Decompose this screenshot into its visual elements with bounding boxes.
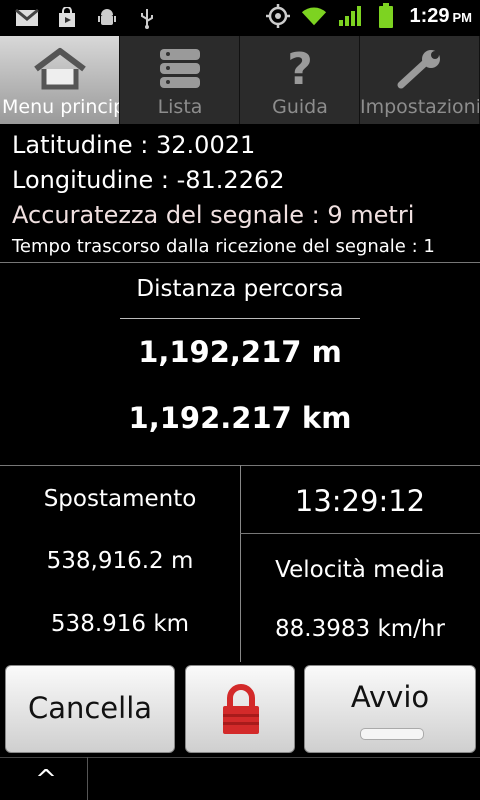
usb-icon — [134, 6, 160, 30]
lock-icon — [221, 684, 261, 740]
bottom-bar: ^ — [0, 757, 480, 800]
tab-menu-principale[interactable]: Menu principale — [0, 36, 120, 124]
gmail-icon — [14, 6, 40, 30]
longitude-text: Longitudine : -81.2262 — [12, 166, 285, 194]
start-indicator-bar — [360, 728, 424, 740]
signal-icon — [337, 4, 363, 28]
wrench-icon — [360, 44, 479, 94]
android-debug-icon — [94, 6, 120, 30]
distance-title: Distanza percorsa — [136, 276, 344, 302]
cancel-button-label: Cancella — [27, 691, 153, 725]
gps-info: Latitudine : 32.0021 Longitudine : -81.2… — [12, 128, 472, 261]
caret-up-icon: ^ — [35, 765, 57, 795]
start-button-label: Avvio — [350, 680, 430, 714]
gps-icon — [265, 4, 291, 28]
elapsed-text: Tempo trascorso dalla ricezione del segn… — [12, 236, 435, 257]
elapsed-clock: 13:29:12 — [294, 484, 426, 518]
play-store-icon — [54, 6, 80, 30]
distance-underline — [120, 318, 360, 319]
cancel-button[interactable]: Cancella — [5, 665, 175, 753]
latitude-text: Latitudine : 32.0021 — [12, 131, 256, 159]
distance-km: 1,192.217 km — [128, 401, 352, 435]
divider — [240, 533, 480, 534]
tab-impostazioni[interactable]: Impostazioni — [360, 36, 480, 124]
home-icon — [0, 44, 119, 94]
tab-label: Lista — [157, 96, 203, 118]
avg-speed-value: 88.3983 km/hr — [275, 616, 445, 642]
status-bar: 1:29 PM — [0, 0, 480, 36]
distance-meters: 1,192,217 m — [138, 335, 342, 369]
tab-bar: Menu principale Lista ? Guida Impostazio… — [0, 36, 480, 124]
accuracy-text: Accuratezza del segnale : 9 metri — [12, 201, 415, 229]
tab-label: Guida — [272, 96, 328, 118]
help-icon: ? — [240, 44, 359, 94]
tab-label: Impostazioni — [360, 96, 480, 118]
tab-guida[interactable]: ? Guida — [240, 36, 360, 124]
expand-button[interactable]: ^ — [4, 757, 88, 800]
wifi-icon — [301, 4, 327, 28]
list-icon — [120, 44, 239, 94]
lock-button[interactable] — [185, 665, 295, 753]
status-clock: 1:29 PM — [409, 4, 472, 27]
start-button[interactable]: Avvio — [304, 665, 476, 753]
avg-speed-title: Velocità media — [275, 557, 445, 583]
svg-text:?: ? — [287, 46, 313, 92]
tab-label: Menu principale — [2, 96, 119, 118]
displacement-title: Spostamento — [43, 486, 197, 512]
battery-icon — [373, 3, 399, 28]
tab-lista[interactable]: Lista — [120, 36, 240, 124]
displacement-meters: 538,916.2 m — [46, 548, 194, 574]
displacement-km: 538.916 km — [50, 611, 190, 637]
divider — [0, 262, 480, 263]
